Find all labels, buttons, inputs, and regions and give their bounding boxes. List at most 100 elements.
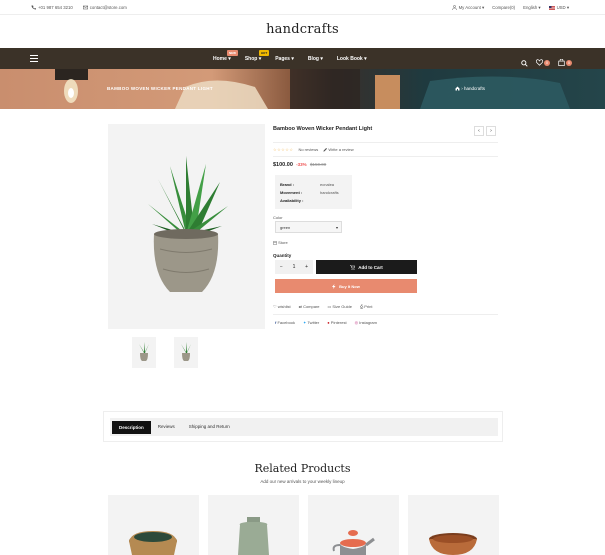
wishlist-count: 0 [544,59,550,66]
wishlist-label: wishlist [277,304,291,309]
facebook-label: Facebook [277,320,296,325]
new-badge: NEW [227,49,238,56]
nav-item-shop[interactable]: Shop ▾ HOT [244,49,270,62]
user-icon [451,5,457,11]
write-review-link[interactable]: Write a review [323,147,354,152]
share-pinterest[interactable]: ● Pinterest [327,320,346,325]
buy-now-label: Buy It Now [339,283,360,289]
related-product-card[interactable] [208,495,299,555]
thumbnail-plant-image [181,342,191,361]
hamburger-menu-icon[interactable] [30,55,38,62]
breadcrumb-current: handcrafts [464,86,486,91]
print-label: Print [364,304,373,309]
no-reviews-text: No reviews [298,147,319,152]
divider [273,314,498,315]
tab-description[interactable]: Description [112,420,151,434]
share-twitter[interactable]: ✦ Twitter [303,320,319,325]
plus-icon[interactable]: + [305,264,308,270]
product-thumbnail-2[interactable] [174,337,198,368]
currency-label: USD [556,5,566,10]
language-label: English [523,5,538,10]
color-select-value: green [280,225,291,230]
spec-availability-key: Availability : [280,198,304,203]
thumbnail-plant-image [139,342,149,361]
nav-shop-label: Shop [244,55,258,62]
related-product-card[interactable] [108,495,199,555]
compare-action-link[interactable]: ⇄ Compare [299,304,320,309]
product-thumbnail-1[interactable] [132,337,156,368]
currency-select[interactable]: USD ▾ [548,5,569,11]
quantity-value[interactable]: 1 [293,264,296,270]
related-products-title: Related Products [254,462,351,475]
prev-product-button[interactable]: ‹ [474,126,484,136]
quantity-label: Quantity [273,253,292,258]
cart-bag-icon [558,58,565,67]
site-logo[interactable]: handcrafts [0,22,605,37]
language-select[interactable]: English ▾ [523,5,540,11]
product-title: Bamboo Woven Wicker Pendant Light [273,126,373,132]
store-link[interactable]: Store [272,240,288,245]
quantity-stepper[interactable]: − 1 + [275,260,313,274]
main-nav: Home ▾ NEW Shop ▾ HOT Pages ▾ Blog ▾ Look … [0,48,605,69]
nav-item-pages[interactable]: Pages ▾ [275,56,294,62]
cart-icon [350,264,356,270]
size-guide-link[interactable]: ▭ Size Guide [328,304,352,309]
compare-link[interactable]: Compare(0) [492,5,515,11]
mail-icon [82,6,88,10]
home-icon[interactable] [455,86,460,91]
twitter-label: Twitter [307,320,320,325]
share-facebook[interactable]: f Facebook [275,320,295,325]
related-product-card[interactable] [408,495,499,555]
add-to-cart-button[interactable]: Add to Cart [316,260,417,274]
tab-reviews[interactable]: Reviews [151,418,182,436]
pinterest-label: Pinterest [330,320,347,325]
share-instagram[interactable]: ◎ Instagram [355,320,377,325]
divider [273,142,498,143]
email-text: contact@store.com [89,5,127,10]
product-actions: ♡ wishlist ⇄ Compare ▭ Size Guide ⎙ Prin… [273,304,373,309]
wishlist-link[interactable]: ♡ wishlist [273,304,291,309]
email-info[interactable]: contact@store.com [82,5,127,10]
spec-movement-value: handcrafts [320,190,339,195]
plant-image [148,156,228,292]
phone-icon [31,5,36,10]
related-product-card[interactable] [308,495,399,555]
color-select[interactable]: green ▾ [275,221,342,233]
product-main-image[interactable] [108,124,265,329]
phone-info[interactable]: +01 987 654 3210 [31,5,73,10]
old-price: $150.00 [309,162,327,167]
search-icon[interactable] [521,59,528,67]
add-to-cart-label: Add to Cart [358,264,383,270]
next-product-button[interactable]: › [486,126,496,136]
product-tabs: Description Reviews Shipping and Return [103,411,503,442]
us-flag-icon [548,5,555,10]
breadcrumb: › handcrafts [455,86,485,91]
spec-movement-key: Movement : [280,190,303,195]
chevron-down-icon: ▾ [335,225,338,230]
rating-row: ☆☆☆☆☆ No reviews Write a review [273,147,354,152]
nav-blog-label: Blog [307,55,319,62]
vase-image [238,517,269,555]
store-icon [272,241,278,245]
store-label: Store [278,240,288,245]
banner-title: BAMBOO WOVEN WICKER PENDANT LIGHT [107,86,213,91]
breadcrumb-separator: › [461,86,463,91]
my-account-link[interactable]: My Account ▾ [451,5,484,11]
nav-item-home[interactable]: Home ▾ NEW [213,49,238,62]
print-link[interactable]: ⎙ Print [360,304,373,309]
tab-shipping-and-return[interactable]: Shipping and Return [182,418,237,436]
nav-item-blog[interactable]: Blog ▾ [308,56,323,62]
page-banner: BAMBOO WOVEN WICKER PENDANT LIGHT › hand… [0,69,605,109]
my-account-label: My Account [458,5,481,10]
heart-icon [535,59,544,67]
social-share: f Facebook ✦ Twitter ● Pinterest ◎ Insta… [275,320,377,325]
discount-badge: -33% [296,162,307,167]
nav-item-look-book[interactable]: Look Book ▾ [337,56,367,62]
price-row: $100.00 -33% $150.00 [273,162,326,168]
minus-icon[interactable]: − [280,264,283,270]
cart-count: 0 [566,59,572,66]
spec-brand-value: ecnalea [320,182,335,187]
spec-brand-key: Brand : [280,182,294,187]
compare-label: Compare [303,304,320,309]
buy-now-button[interactable]: Buy It Now [275,279,417,293]
